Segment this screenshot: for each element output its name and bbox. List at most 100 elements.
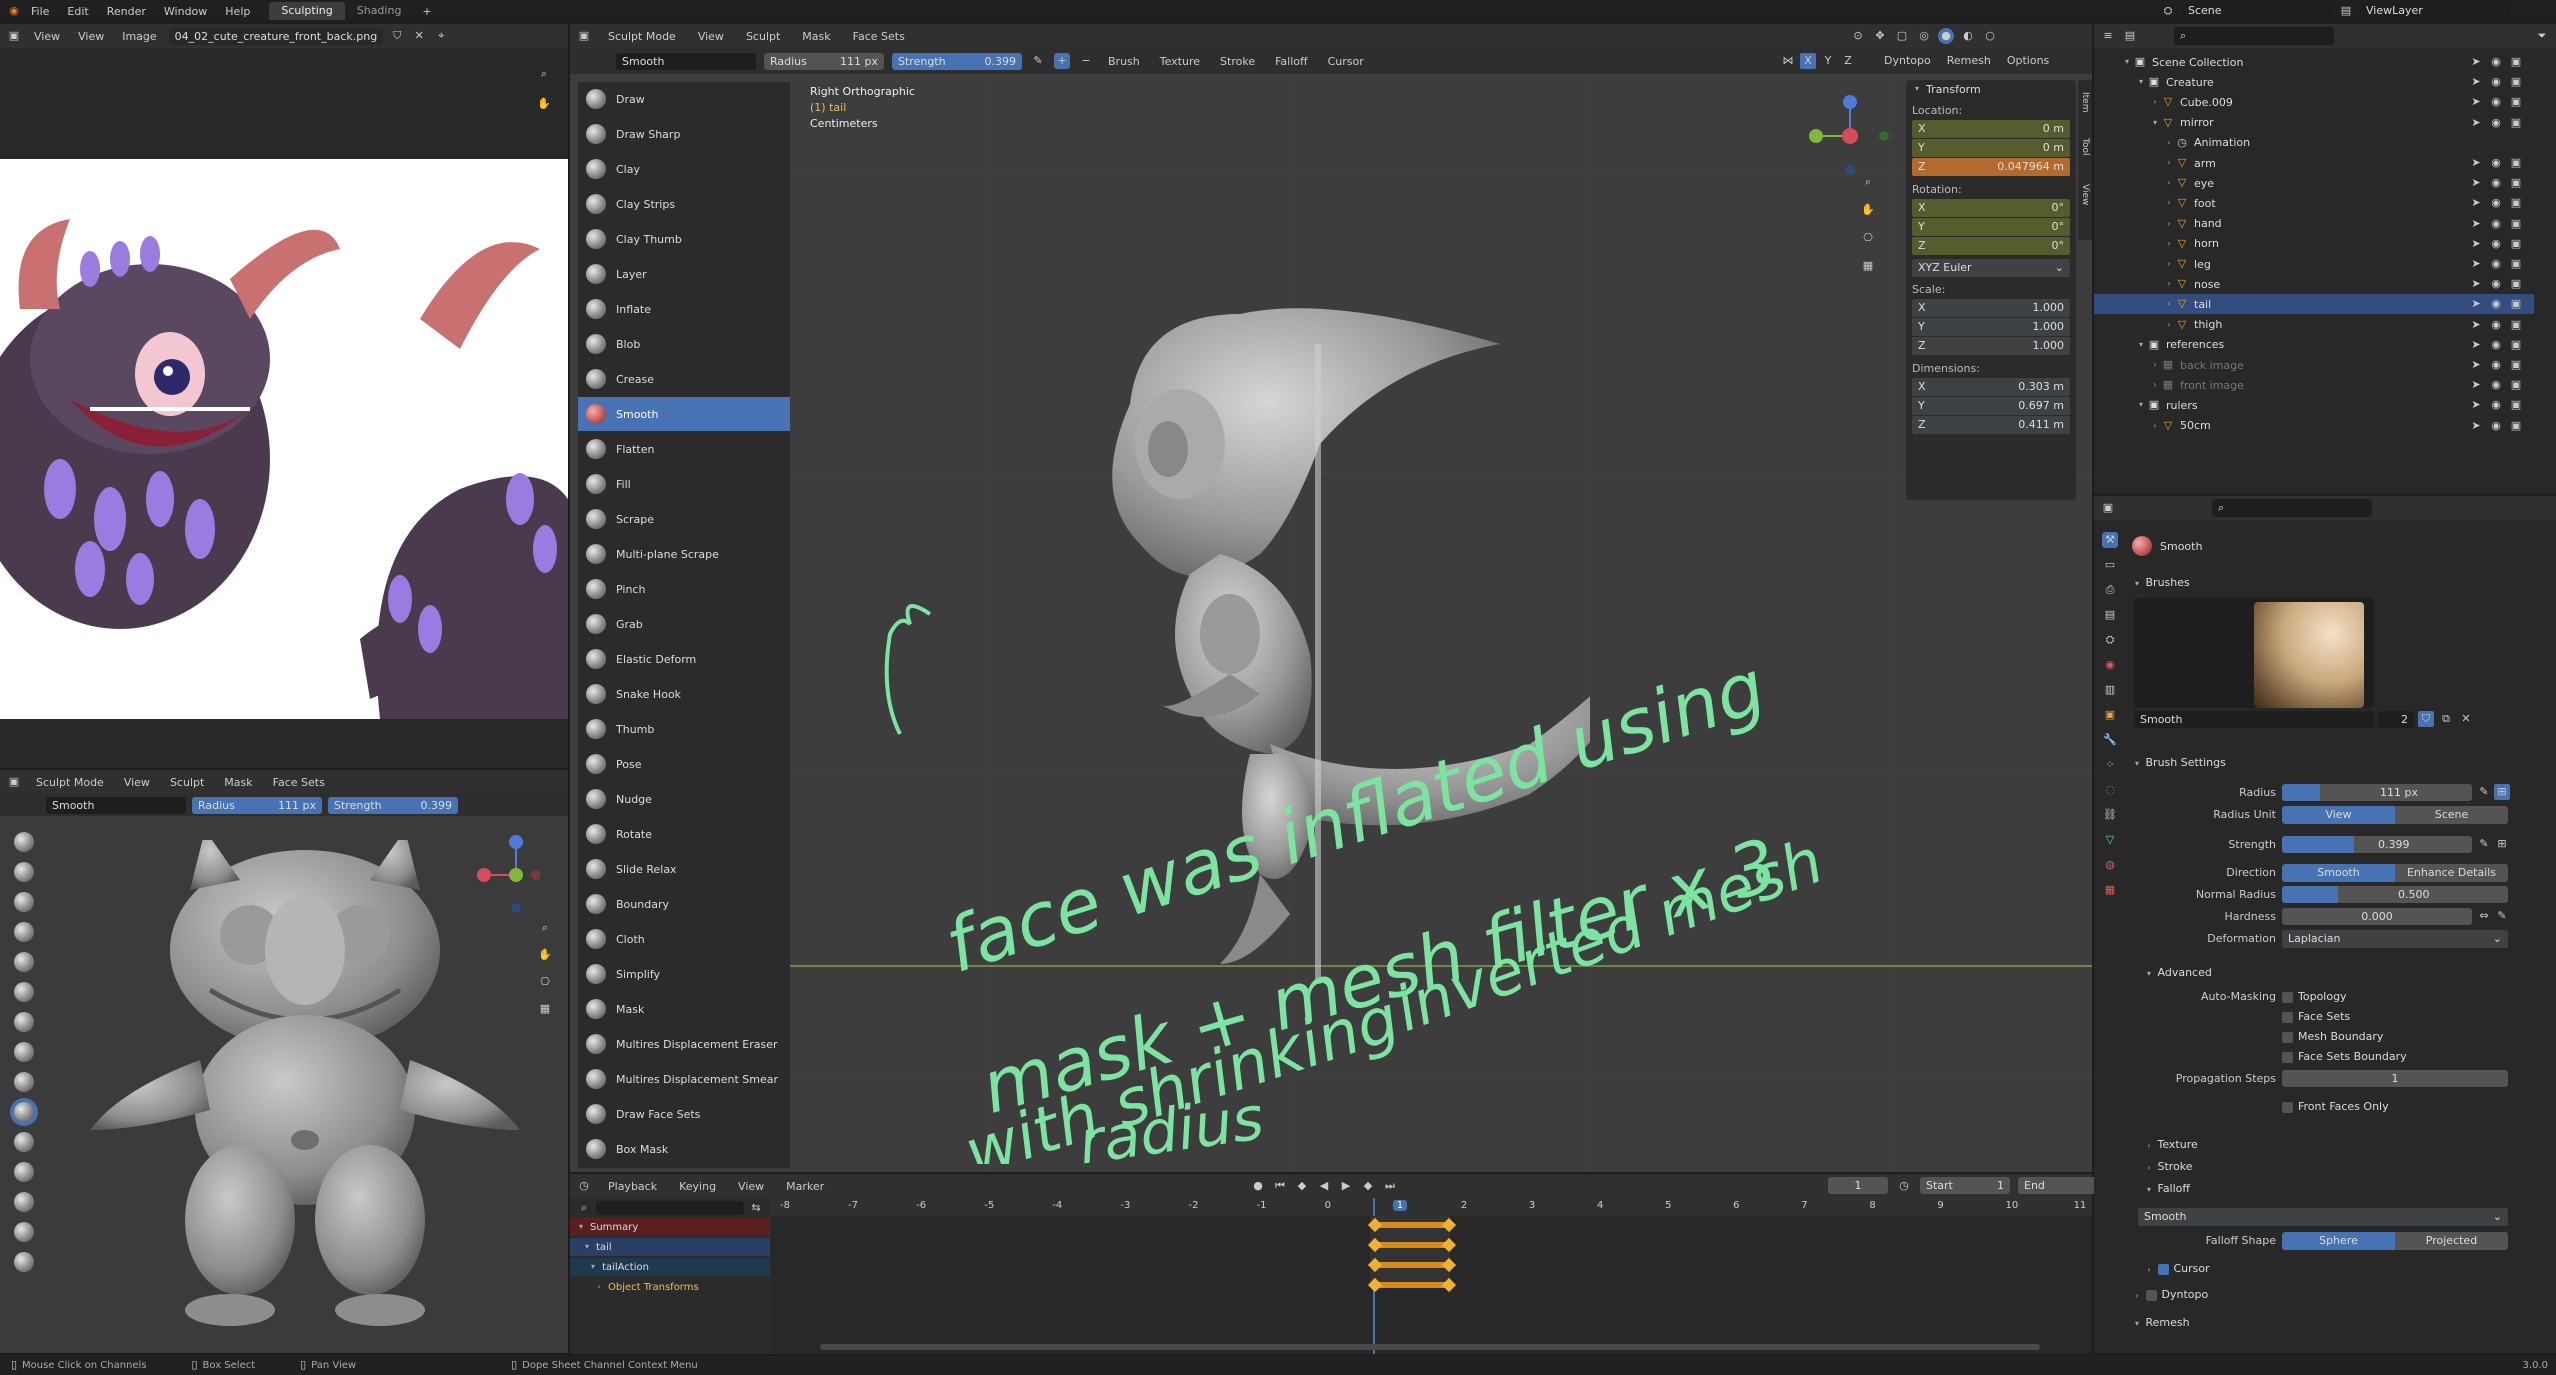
automask-mesh-boundary[interactable]: Mesh Boundary (2282, 1030, 2383, 1043)
select-arrow-icon[interactable]: ➤ (2468, 175, 2484, 191)
camera-render-icon[interactable]: ▣ (2508, 317, 2524, 333)
jump-end-icon[interactable]: ⏭ (1382, 1178, 1398, 1194)
tool-grab[interactable]: Grab (578, 607, 790, 642)
camera-render-icon[interactable]: ▣ (2508, 236, 2524, 252)
falloff-dropdown[interactable]: Falloff (1269, 53, 1313, 70)
select-arrow-icon[interactable]: ➤ (2468, 74, 2484, 90)
tool-pinch[interactable]: Pinch (578, 572, 790, 607)
tool-icon[interactable] (14, 892, 34, 912)
tool-draw-sharp[interactable]: Draw Sharp (578, 117, 790, 152)
shield-icon[interactable]: ⛉ (389, 28, 405, 44)
outliner-item-scene-collection[interactable]: ▾ ▣ Scene Collection ➤ ◉ ▣ (2094, 52, 2534, 72)
output-tab-icon[interactable]: ⎙ (2102, 582, 2118, 598)
falloff-preset-select[interactable]: Smooth ⌄ (2138, 1208, 2508, 1226)
radius-unit-scene[interactable]: Scene (2395, 806, 2508, 824)
select-arrow-icon[interactable]: ➤ (2468, 418, 2484, 434)
camera-render-icon[interactable]: ▣ (2508, 115, 2524, 131)
select-arrow-icon[interactable]: ➤ (2468, 337, 2484, 353)
tool-multires-displacement-eraser[interactable]: Multires Displacement Eraser (578, 1027, 790, 1062)
cursor-dropdown[interactable]: Cursor (1322, 53, 1370, 70)
channel-row[interactable]: ▾ Summary (570, 1218, 770, 1236)
dimensions-x-field[interactable]: X 0.303 m (1912, 378, 2070, 396)
hand-icon[interactable]: ✋ (536, 96, 552, 112)
menu-face-sets[interactable]: Face Sets (847, 28, 911, 45)
tab-tool[interactable]: Tool (2080, 138, 2090, 155)
menu-file[interactable]: File (22, 5, 58, 18)
constraints-tab-icon[interactable]: ⛓ (2102, 807, 2118, 823)
zoom-icon[interactable]: ⌕ (537, 920, 553, 936)
stroke-dropdown[interactable]: Stroke (1214, 53, 1261, 70)
menu-sculpt[interactable]: Sculpt (740, 28, 786, 45)
symmetry-icon[interactable]: ⋈ (1780, 53, 1796, 69)
tool-multires-displacement-smear[interactable]: Multires Displacement Smear (578, 1062, 790, 1097)
zoom-icon[interactable]: ⌕ (1860, 174, 1876, 190)
brush-users-count[interactable]: 2 (2378, 710, 2414, 728)
expand-icon[interactable]: ▾ (2122, 57, 2132, 67)
expand-icon[interactable]: › (2164, 320, 2174, 330)
tool-snake-hook[interactable]: Snake Hook (578, 677, 790, 712)
tool-smooth[interactable]: Smooth (578, 397, 790, 432)
transform-header[interactable]: ▾ Transform (1906, 80, 2076, 98)
prev-keyframe-icon[interactable]: ◆ (1294, 1178, 1310, 1194)
curve-icon[interactable]: ⇔ (2476, 908, 2492, 924)
pressure-icon[interactable]: ✎ (2494, 908, 2510, 924)
direction-enhance-details[interactable]: Enhance Details (2395, 864, 2508, 882)
scene-selector[interactable]: Scene (2182, 2, 2332, 19)
eye-icon[interactable]: ◉ (2488, 175, 2504, 191)
direction-add-icon[interactable]: + (1054, 53, 1070, 69)
expand-icon[interactable]: › (2164, 279, 2174, 289)
material-shading-icon[interactable]: ◐ (1960, 28, 1976, 44)
camera-render-icon[interactable]: ▣ (2508, 74, 2524, 90)
keyframe-marker[interactable] (1441, 1217, 1457, 1233)
smooth-tool-icon[interactable] (14, 1102, 34, 1122)
tool-box-mask[interactable]: Box Mask (578, 1132, 790, 1167)
pressure-icon[interactable]: ✎ (2476, 836, 2492, 852)
front-faces-only-checkbox[interactable]: Front Faces Only (2282, 1100, 2389, 1113)
filter-icon[interactable]: ⇆ (748, 1200, 764, 1216)
horizontal-scrollbar[interactable] (820, 1344, 2040, 1350)
keyframe-hold-bar[interactable] (1374, 1282, 1448, 1288)
object-tab-icon[interactable]: ▣ (2102, 707, 2118, 723)
tool-icon[interactable] (14, 1072, 34, 1092)
menu-marker[interactable]: Marker (780, 1178, 830, 1195)
world-tab-icon[interactable]: ◉ (2102, 657, 2118, 673)
eye-icon[interactable]: ◉ (2488, 337, 2504, 353)
camera-render-icon[interactable]: ▣ (2508, 397, 2524, 413)
falloff-section[interactable]: ▾ Falloff (2144, 1182, 2190, 1195)
scale-y-field[interactable]: Y 1.000 (1912, 318, 2070, 336)
workspace-tab-shading[interactable]: Shading (345, 2, 414, 20)
strength-slider[interactable]: Strength 0.399 (892, 52, 1022, 70)
tool-icon[interactable] (14, 1162, 34, 1182)
menu-keying[interactable]: Keying (673, 1178, 722, 1195)
tool-icon[interactable] (14, 922, 34, 942)
tool-rotate[interactable]: Rotate (578, 817, 790, 852)
view-layer-tab-icon[interactable]: ▤ (2102, 607, 2118, 623)
particles-tab-icon[interactable]: ⁘ (2102, 757, 2118, 773)
outliner-search-input[interactable]: ⌕ (2174, 27, 2334, 45)
tool-icon[interactable] (14, 1192, 34, 1212)
tool-clay-strips[interactable]: Clay Strips (578, 187, 790, 222)
editor-type-icon[interactable]: ◷ (576, 1178, 592, 1194)
expand-icon[interactable]: ▾ (2136, 400, 2146, 410)
image-menu-image[interactable]: Image (116, 28, 162, 45)
editor-type-icon[interactable]: ▣ (6, 28, 22, 44)
texture-section[interactable]: › Texture (2144, 1138, 2197, 1151)
tool-clay[interactable]: Clay (578, 152, 790, 187)
hand-icon[interactable]: ✋ (1860, 202, 1876, 218)
tool-icon[interactable] (14, 1042, 34, 1062)
tool-flatten[interactable]: Flatten (578, 432, 790, 467)
expand-icon[interactable]: › (2164, 138, 2174, 148)
tool-pose[interactable]: Pose (578, 747, 790, 782)
navigation-gizmo[interactable] (1800, 84, 1900, 194)
mirror-z-toggle[interactable]: Z (1840, 53, 1856, 69)
outliner-item-back-image[interactable]: › ▦ back image ➤ ◉ ▣ (2094, 355, 2534, 375)
tool-icon[interactable] (14, 982, 34, 1002)
tool-thumb[interactable]: Thumb (578, 712, 790, 747)
select-arrow-icon[interactable]: ➤ (2468, 94, 2484, 110)
menu-window[interactable]: Window (155, 5, 216, 18)
add-workspace-button[interactable]: + (413, 5, 440, 18)
tool-layer[interactable]: Layer (578, 257, 790, 292)
automask-face-sets[interactable]: Face Sets (2282, 1010, 2350, 1023)
location-z-field[interactable]: Z 0.047964 m (1912, 158, 2070, 176)
cursor-section[interactable]: › Cursor (2144, 1262, 2209, 1275)
